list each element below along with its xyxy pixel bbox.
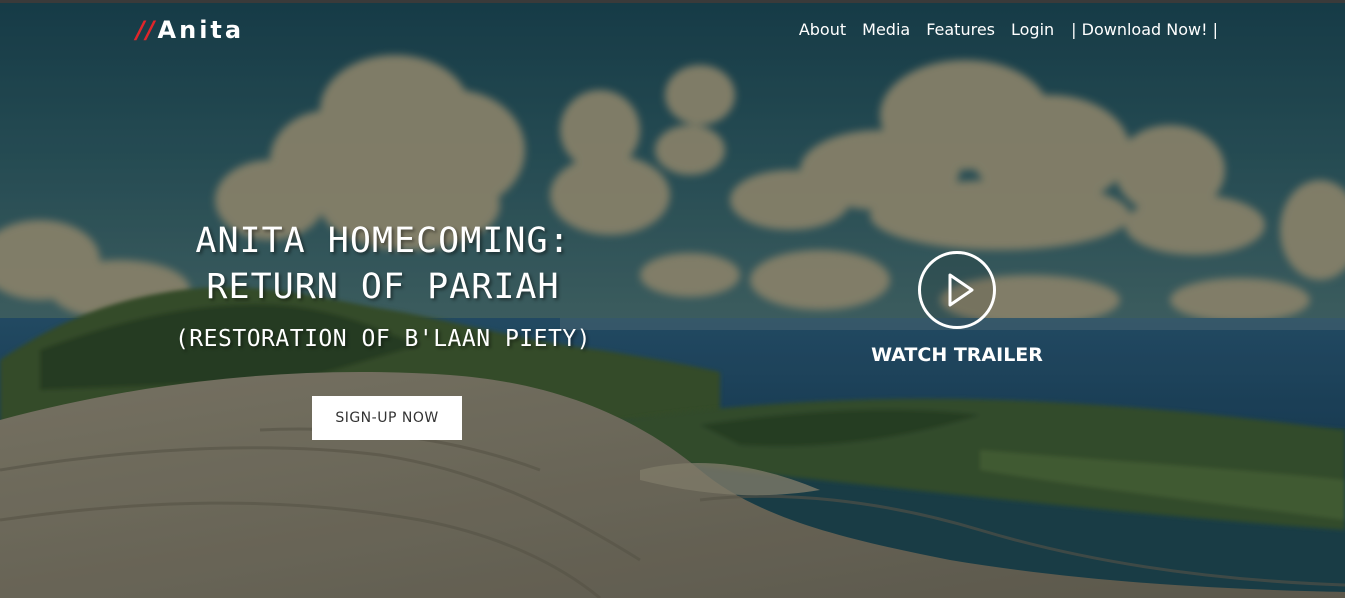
logo-slashes: // bbox=[136, 16, 156, 44]
hero-subtitle: (RESTORATION OF B'LAAN PIETY) bbox=[174, 326, 592, 352]
nav-media-link[interactable]: Media bbox=[862, 20, 910, 39]
nav-download-link[interactable]: | Download Now! | bbox=[1071, 20, 1218, 39]
hero-title-line2: RETURN OF PARIAH bbox=[206, 267, 560, 307]
top-border bbox=[0, 0, 1345, 3]
hero-title: ANITA HOMECOMING: RETURN OF PARIAH bbox=[150, 218, 616, 310]
logo-name: Anita bbox=[157, 16, 245, 44]
hero-title-line1: ANITA HOMECOMING: bbox=[195, 221, 571, 261]
main-nav: About Media Features Login | Download No… bbox=[783, 20, 1218, 39]
watch-trailer-label[interactable]: WATCH TRAILER bbox=[842, 344, 1072, 366]
landing-page: //Anita About Media Features Login | Dow… bbox=[0, 0, 1345, 598]
nav-login-link[interactable]: Login bbox=[1011, 20, 1054, 39]
site-logo[interactable]: //Anita bbox=[136, 16, 244, 44]
signup-button[interactable]: SIGN-UP NOW bbox=[312, 396, 462, 440]
nav-about-link[interactable]: About bbox=[799, 20, 846, 39]
play-icon bbox=[948, 273, 974, 307]
nav-features-link[interactable]: Features bbox=[926, 20, 995, 39]
play-trailer-button[interactable] bbox=[918, 251, 996, 329]
